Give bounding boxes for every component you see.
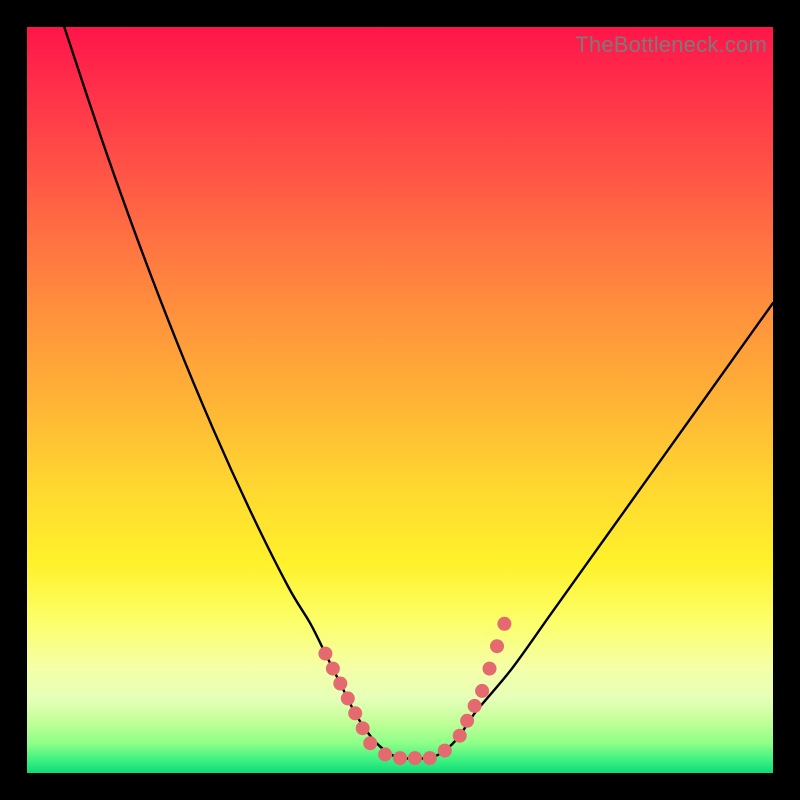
marker-dot — [468, 699, 482, 713]
marker-dot — [348, 706, 362, 720]
bottleneck-curve — [64, 27, 773, 759]
marker-dot — [318, 647, 332, 661]
marker-dot — [356, 721, 370, 735]
marker-dot — [490, 639, 504, 653]
marker-dot — [333, 677, 347, 691]
marker-dot — [483, 662, 497, 676]
marker-dot — [453, 729, 467, 743]
marker-dot — [423, 751, 437, 765]
marker-dot — [341, 691, 355, 705]
marker-dot — [408, 751, 422, 765]
marker-dot — [393, 751, 407, 765]
marker-dot — [326, 662, 340, 676]
curve-svg — [27, 27, 773, 773]
marker-dot — [438, 744, 452, 758]
marker-group — [318, 617, 511, 765]
marker-dot — [460, 714, 474, 728]
marker-dot — [363, 736, 377, 750]
marker-dot — [378, 747, 392, 761]
marker-dot — [497, 617, 511, 631]
marker-dot — [475, 684, 489, 698]
chart-frame: TheBottleneck.com — [0, 0, 800, 800]
plot-area: TheBottleneck.com — [27, 27, 773, 773]
